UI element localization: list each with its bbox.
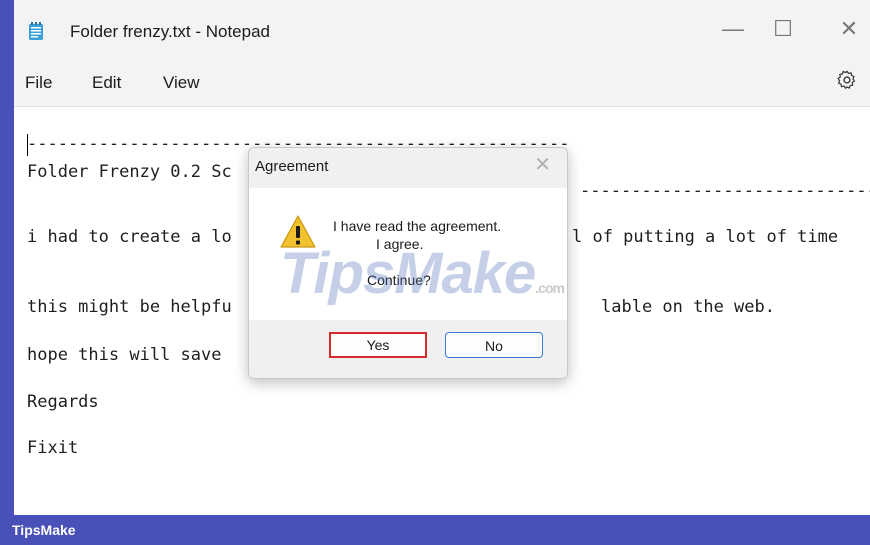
- notepad-app-icon: [29, 22, 43, 40]
- menu-view[interactable]: View: [163, 73, 200, 93]
- close-button[interactable]: ✕: [834, 16, 864, 42]
- editor-line-2: Folder Frenzy 0.2 Sc: [27, 162, 232, 182]
- editor-line-5-right: lable on the web.: [601, 297, 775, 317]
- editor-line-5: this might be helpfu: [27, 297, 232, 317]
- footer-bar: TipsMake: [0, 515, 870, 545]
- dialog-close-button[interactable]: ✕: [534, 152, 551, 177]
- editor-line-6: hope this will save: [27, 345, 222, 365]
- editor-line-3-right: -----------------------------: [580, 181, 870, 201]
- editor-line-4-right: l of putting a lot of time: [572, 227, 839, 247]
- minimize-button[interactable]: —: [718, 16, 748, 42]
- title-bar[interactable]: Folder frenzy.txt - Notepad — ☐ ✕: [14, 0, 870, 60]
- editor-line-8: Fixit: [27, 438, 79, 458]
- editor-line-7: Regards: [27, 392, 99, 412]
- menu-bar: File Edit View: [14, 60, 870, 107]
- gear-icon[interactable]: [836, 69, 858, 91]
- watermark-suffix: .com: [535, 280, 565, 296]
- menu-edit[interactable]: Edit: [92, 73, 121, 93]
- window-title: Folder frenzy.txt - Notepad: [70, 22, 270, 41]
- dialog-message-line1: I have read the agreement.: [333, 218, 502, 234]
- dialog-title: Agreement: [255, 158, 329, 175]
- editor-line-4: i had to create a lo: [27, 227, 232, 247]
- menu-file[interactable]: File: [25, 73, 52, 93]
- watermark-text: TipsMake: [280, 241, 536, 306]
- watermark-logo: TipsMake.com: [280, 240, 565, 307]
- footer-brand: TipsMake: [12, 522, 76, 538]
- no-button[interactable]: No: [445, 332, 543, 358]
- yes-button[interactable]: Yes: [329, 332, 427, 358]
- maximize-button[interactable]: ☐: [768, 16, 798, 42]
